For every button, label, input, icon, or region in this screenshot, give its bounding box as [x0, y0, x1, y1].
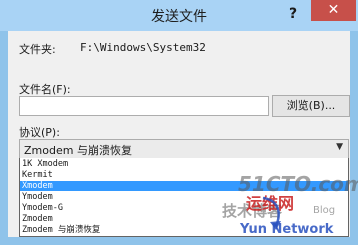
title-bar[interactable]: 发送文件 ? ✕ [0, 0, 358, 31]
protocol-label: 协议(P): [19, 126, 60, 139]
dialog-body: 文件夹: F:\Windows\System32 文件名(F): 浏览(B)..… [8, 31, 350, 237]
protocol-option[interactable]: 1K Xmodem [20, 159, 348, 169]
protocol-selected-value: Zmodem 与崩溃恢复 [24, 144, 132, 157]
protocol-select[interactable]: Zmodem 与崩溃恢复 ▼ [19, 139, 349, 159]
help-button[interactable]: ? [276, 3, 310, 25]
watermark-arrow-icon [262, 196, 281, 230]
protocol-option[interactable]: Ymodem-G [20, 203, 348, 213]
filename-input[interactable] [19, 96, 269, 116]
folder-label: 文件夹: [19, 43, 56, 56]
send-file-dialog: 发送文件 ? ✕ 文件夹: F:\Windows\System32 文件名(F)… [0, 0, 358, 245]
filename-label: 文件名(F): [19, 83, 71, 96]
browse-button[interactable]: 浏览(B)... [272, 95, 350, 117]
watermark-blog-en: Blog [313, 205, 336, 216]
folder-path: F:\Windows\System32 [80, 41, 206, 54]
chevron-down-icon[interactable]: ▼ [336, 142, 343, 152]
close-button[interactable]: ✕ [311, 0, 356, 21]
